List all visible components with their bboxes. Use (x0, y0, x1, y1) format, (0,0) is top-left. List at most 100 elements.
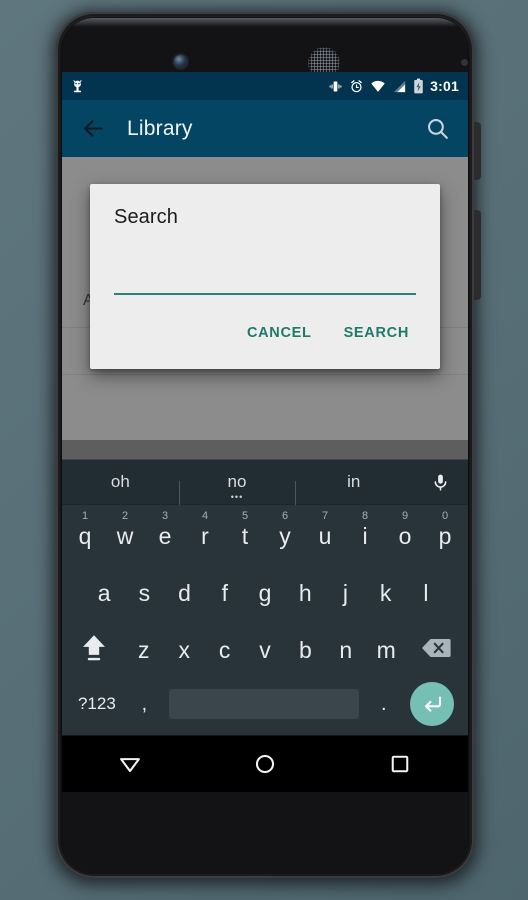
keyboard-dismiss-triangle-icon (119, 758, 140, 773)
key-h[interactable]: h (285, 562, 325, 619)
key-letter: i (362, 523, 368, 549)
key-letter: p (438, 523, 452, 549)
bezel-gloss (62, 18, 468, 27)
recents-square-icon (392, 755, 409, 773)
backspace-icon (421, 638, 451, 657)
key-letter: k (379, 580, 392, 606)
suggestion-more-dots-icon: ••• (230, 492, 244, 502)
key-x[interactable]: x (164, 619, 204, 676)
power-button[interactable] (474, 122, 481, 180)
key-s[interactable]: s (124, 562, 164, 619)
key-number: 6 (281, 510, 289, 522)
earpiece-speaker-icon (308, 47, 340, 72)
keyboard-row-3: z x c v b n m (62, 619, 468, 676)
battery-charging-icon (414, 78, 423, 94)
shift-caps-icon (83, 634, 106, 660)
key-k[interactable]: k (366, 562, 406, 619)
key-letter: h (298, 580, 312, 606)
key-letter: u (318, 523, 332, 549)
key-o[interactable]: 9o (385, 505, 425, 562)
microphone-icon (434, 474, 446, 491)
keyboard-row-1: 1q 2w 3e 4r 5t 6y 7u 8i 9o 0p (62, 505, 468, 562)
symbols-key[interactable]: ?123 (68, 676, 126, 732)
enter-key[interactable] (402, 682, 462, 726)
key-d[interactable]: d (164, 562, 204, 619)
key-v[interactable]: v (245, 619, 285, 676)
status-bar-clock: 3:01 (430, 78, 459, 94)
key-letter: f (221, 580, 228, 606)
key-g[interactable]: g (245, 562, 285, 619)
key-f[interactable]: f (205, 562, 245, 619)
key-u[interactable]: 7u (305, 505, 345, 562)
key-letter: z (138, 637, 150, 663)
phone-bottom-chin (62, 792, 468, 874)
phone-screen: 3:01 Library All About Me (62, 72, 468, 792)
search-icon (427, 119, 448, 139)
cell-signal-icon (394, 80, 406, 92)
key-z[interactable]: z (124, 619, 164, 676)
key-q[interactable]: 1q (65, 505, 105, 562)
shift-key[interactable] (65, 619, 124, 676)
key-letter: x (178, 637, 190, 663)
keyboard-row-4: ?123 , . (62, 676, 468, 732)
voice-input-button[interactable] (412, 472, 468, 493)
soft-keyboard: oh no ••• in 1q 2 w 3 e 4 r 5 t 6 y 7 u … (62, 459, 468, 736)
toolbar-search-button[interactable] (420, 112, 454, 146)
key-j[interactable]: j (325, 562, 365, 619)
key-n[interactable]: n (326, 619, 366, 676)
key-l[interactable]: l (406, 562, 446, 619)
key-p[interactable]: 0p (425, 505, 465, 562)
key-letter: r (201, 523, 209, 549)
comma-key[interactable]: , (126, 676, 163, 732)
key-number: 9 (401, 510, 409, 522)
back-button[interactable] (76, 112, 110, 146)
suggestion-label: oh (110, 472, 130, 491)
key-i[interactable]: 8i (345, 505, 385, 562)
vibrate-icon (329, 81, 342, 91)
volume-button[interactable] (474, 210, 481, 300)
space-key[interactable] (169, 689, 360, 719)
proximity-sensor-icon (461, 59, 468, 66)
enter-key-circle (410, 682, 455, 726)
nav-recents-button[interactable] (368, 742, 432, 786)
key-m[interactable]: m (366, 619, 406, 676)
key-w[interactable]: 2w (105, 505, 145, 562)
key-e[interactable]: 3e (145, 505, 185, 562)
suggestion-label: no (227, 472, 247, 491)
key-number: 2 (121, 510, 129, 522)
key-r[interactable]: 4r (185, 505, 225, 562)
search-dialog: Search CANCEL SEARCH (90, 184, 440, 369)
key-c[interactable]: c (204, 619, 244, 676)
keyboard-row-2: a s d f g h j k l (62, 562, 468, 619)
key-t[interactable]: 5t (225, 505, 265, 562)
nav-back-button[interactable] (98, 742, 162, 786)
status-bar-notifications (70, 79, 85, 94)
backspace-key[interactable] (406, 619, 465, 676)
app-toolbar: Library (62, 100, 468, 157)
key-b[interactable]: b (285, 619, 325, 676)
suggestion-item[interactable]: in (295, 472, 412, 505)
key-letter: q (78, 523, 92, 549)
key-y[interactable]: 6y (265, 505, 305, 562)
key-letter: w (116, 523, 134, 549)
page-title: Library (127, 116, 193, 140)
phone-top-hardware (62, 18, 468, 72)
dialog-actions: CANCEL SEARCH (90, 295, 440, 369)
key-letter: l (423, 580, 429, 606)
key-a[interactable]: a (84, 562, 124, 619)
suggestion-item[interactable]: oh (62, 472, 179, 492)
period-key[interactable]: . (365, 676, 402, 732)
search-button[interactable]: SEARCH (335, 317, 418, 349)
cancel-button[interactable]: CANCEL (238, 317, 321, 349)
alarm-icon (351, 79, 363, 92)
suggestion-item[interactable]: no ••• (178, 472, 296, 505)
key-number: 5 (241, 510, 249, 522)
key-letter: v (259, 637, 271, 663)
suggestion-bar: oh no ••• in (62, 459, 468, 505)
key-number: 7 (321, 510, 329, 522)
search-input[interactable] (114, 269, 416, 295)
nav-home-button[interactable] (233, 742, 297, 786)
key-letter: g (258, 580, 272, 606)
dialog-title: Search (114, 206, 178, 228)
key-letter: y (279, 523, 291, 549)
